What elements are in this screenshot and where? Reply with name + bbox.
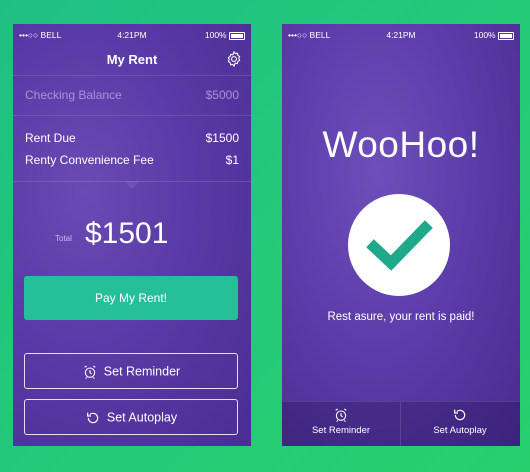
checking-balance-label: Checking Balance — [25, 88, 122, 102]
my-rent-screen: •••○○ BELL 4:21PM 100% My Rent Checking … — [13, 24, 251, 446]
rent-due-value: $1500 — [205, 131, 239, 145]
status-bar: •••○○ BELL 4:21PM 100% — [13, 24, 251, 44]
alarm-clock-icon — [335, 408, 347, 422]
battery-icon — [498, 31, 514, 40]
status-bar: •••○○ BELL 4:21PM 100% — [282, 24, 520, 44]
gear-icon[interactable] — [225, 50, 243, 68]
tab-set-autopay[interactable]: Set Autoplay — [401, 402, 519, 446]
set-reminder-label: Set Reminder — [103, 364, 181, 379]
pay-rent-button[interactable]: Pay My Rent! — [24, 276, 238, 320]
checkmark-icon — [366, 220, 433, 271]
battery-percent: 100% — [473, 30, 496, 40]
pointer-notch — [124, 181, 140, 189]
fee-row: Renty Convenience Fee $1 — [25, 153, 239, 167]
battery-icon — [229, 31, 245, 40]
refresh-icon — [86, 412, 99, 423]
fee-value: $1 — [225, 153, 239, 167]
battery-percent: 100% — [204, 30, 227, 40]
rent-due-row: Rent Due $1500 — [25, 131, 239, 145]
success-headline: WooHoo! — [322, 124, 480, 165]
set-autopay-button[interactable]: Set Autoplay — [24, 399, 238, 435]
checking-balance-value: $5000 — [205, 88, 239, 102]
payment-success-screen: •••○○ BELL 4:21PM 100% WooHoo! Rest asur… — [282, 24, 520, 446]
set-autopay-label: Set Autoplay — [106, 410, 178, 425]
set-reminder-button[interactable]: Set Reminder — [24, 353, 238, 389]
tab-set-autopay-label: Set Autoplay — [433, 425, 487, 436]
tab-set-reminder-label: Set Reminder — [311, 425, 371, 436]
alarm-clock-icon — [84, 365, 96, 379]
checking-balance-row: Checking Balance $5000 — [25, 88, 239, 102]
refresh-icon — [454, 409, 466, 421]
battery-indicator: 100% — [205, 30, 245, 40]
divider — [13, 115, 251, 116]
divider — [13, 75, 251, 76]
page-title: My Rent — [106, 52, 158, 67]
paid-message: Rest asure, your rent is paid! — [327, 311, 475, 323]
fee-label: Renty Convenience Fee — [25, 153, 154, 167]
total-label: Total — [55, 234, 72, 243]
total-amount: $1501 — [85, 217, 169, 250]
success-badge — [348, 194, 450, 296]
rent-due-label: Rent Due — [25, 131, 76, 145]
battery-indicator: 100% — [474, 30, 514, 40]
tab-set-reminder[interactable]: Set Reminder — [282, 402, 400, 446]
tab-bar: Set Reminder Set Autoplay — [282, 401, 520, 446]
